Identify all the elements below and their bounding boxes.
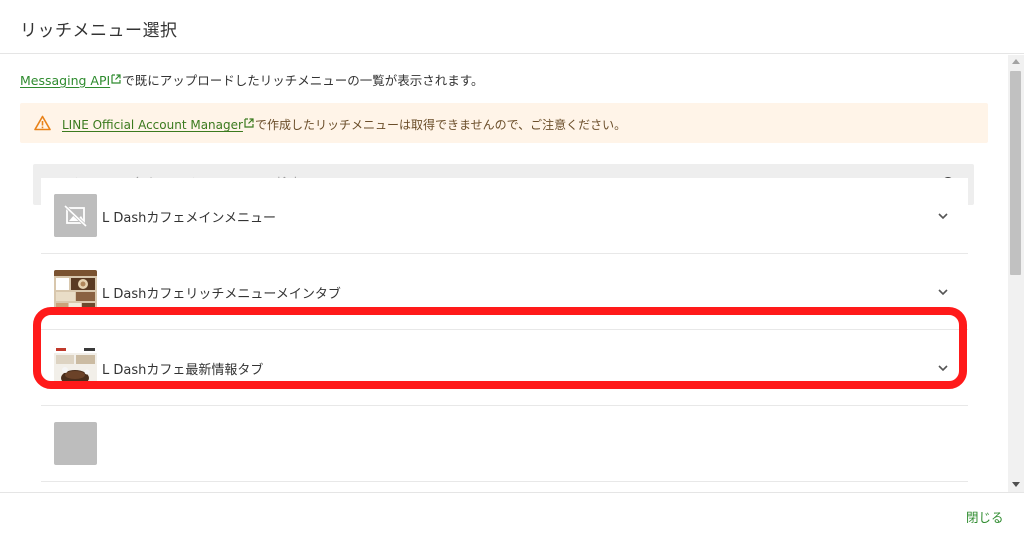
item-label: L Dashカフェリッチメニューメインタブ — [102, 287, 341, 302]
info-message: で既にアップロードしたリッチメニューの一覧が表示されます。 — [122, 73, 484, 88]
warning-triangle-icon — [34, 115, 51, 131]
close-button[interactable]: 閉じる — [966, 507, 1004, 526]
thumbnail — [54, 270, 97, 313]
external-link-icon[interactable] — [111, 74, 121, 84]
item-label: L Dashカフェ最新情報タブ — [102, 363, 264, 378]
messaging-api-link[interactable]: Messaging API — [20, 73, 110, 88]
no-image-icon — [54, 194, 97, 237]
scroll-thumb[interactable] — [1010, 71, 1021, 275]
modal-footer: 閉じる — [0, 492, 1024, 537]
list-item[interactable]: L Dashカフェメインメニュー — [41, 178, 968, 254]
scroll-up-arrow-icon[interactable] — [1012, 59, 1020, 64]
chevron-down-icon[interactable] — [936, 209, 950, 223]
list-item[interactable]: L Dashカフェ最新情報タブ — [41, 330, 968, 406]
thumbnail — [54, 194, 97, 237]
modal-title: リッチメニュー選択 — [20, 21, 178, 41]
modal-header: リッチメニュー選択 — [0, 0, 1024, 54]
warning-message: で作成したリッチメニューは取得できませんので、ご注意ください。 — [254, 118, 627, 132]
scrollbar[interactable] — [1008, 55, 1024, 492]
list-item[interactable] — [41, 406, 968, 482]
cafe-news-thumbnail — [54, 346, 97, 389]
cafe-menu-thumbnail — [54, 270, 97, 313]
scroll-down-arrow-icon[interactable] — [1012, 482, 1020, 487]
line-oam-link[interactable]: LINE Official Account Manager — [62, 118, 243, 132]
chevron-down-icon[interactable] — [936, 285, 950, 299]
rich-menu-list: L Dashカフェメインメニュー L Dashカフェリッチメニューメインタブ L… — [41, 178, 968, 482]
thumbnail — [54, 346, 97, 389]
placeholder-thumbnail — [54, 422, 97, 465]
external-link-icon[interactable] — [244, 118, 254, 128]
warning-text: LINE Official Account Manager で作成したリッチメニュ… — [62, 116, 626, 133]
list-item[interactable]: L Dashカフェリッチメニューメインタブ — [41, 254, 968, 330]
warning-banner: LINE Official Account Manager で作成したリッチメニュ… — [20, 103, 988, 143]
rich-menu-select-modal: リッチメニュー選択 Messaging API で既にアップロードしたリッチメニュ… — [0, 0, 1024, 537]
item-label: L Dashカフェメインメニュー — [102, 211, 276, 226]
chevron-down-icon[interactable] — [936, 361, 950, 375]
info-text: Messaging API で既にアップロードしたリッチメニューの一覧が表示されま… — [20, 70, 483, 89]
